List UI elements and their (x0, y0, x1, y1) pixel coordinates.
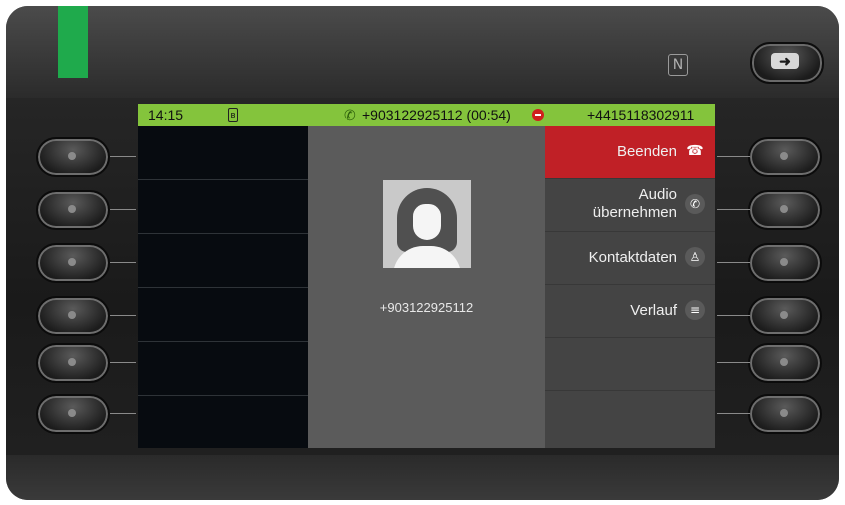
call-panel: +903122925112 (308, 126, 545, 448)
bezel-bottom (6, 455, 839, 500)
right-key-4[interactable] (748, 296, 822, 336)
contact-details-item[interactable]: Kontaktdaten ♙ (545, 232, 715, 285)
exit-icon: ➜ (771, 53, 799, 69)
right-key-3[interactable] (748, 243, 822, 283)
left-key-list (138, 126, 308, 448)
history-label: Verlauf (630, 302, 677, 319)
message-led (58, 6, 88, 78)
display-screen: 14:15 ʙ ✆ +903122925112 (00:54) +4415118… (138, 104, 715, 448)
bluetooth-icon: ʙ (228, 108, 238, 122)
caller-number: +903122925112 (379, 300, 474, 315)
bluetooth-phone-icon: ✆ (685, 194, 705, 214)
left-key-3[interactable] (36, 243, 110, 283)
status-bar: 14:15 ʙ ✆ +903122925112 (00:54) +4415118… (138, 104, 715, 126)
left-slot-6[interactable] (138, 396, 308, 448)
nfc-icon: N (668, 54, 688, 76)
active-call-label: +903122925112 (00:54) (362, 107, 511, 123)
clock: 14:15 (148, 107, 184, 123)
left-slot-1[interactable] (138, 126, 308, 180)
right-key-1[interactable] (748, 137, 822, 177)
left-slot-2[interactable] (138, 180, 308, 234)
left-key-4[interactable] (36, 296, 110, 336)
right-key-5[interactable] (748, 343, 822, 383)
empty-item-6[interactable] (545, 391, 715, 443)
end-call-label: Beenden (616, 143, 677, 160)
contact-details-label: Kontaktdaten (588, 249, 677, 266)
own-number: +4415118302911 (587, 107, 695, 123)
left-slot-3[interactable] (138, 234, 308, 288)
left-key-5[interactable] (36, 343, 110, 383)
avatar (383, 180, 471, 268)
empty-item-5[interactable] (545, 338, 715, 391)
take-audio-label-1: Audio (638, 186, 677, 203)
end-call-item[interactable]: Beenden ☎ (545, 126, 715, 179)
do-not-disturb-icon (532, 109, 544, 121)
take-audio-item[interactable]: Audio übernehmen ✆ (545, 179, 715, 232)
left-slot-5[interactable] (138, 342, 308, 396)
bezel-top (6, 6, 839, 98)
context-menu: Beenden ☎ Audio übernehmen ✆ Kontaktdate… (545, 126, 715, 448)
list-icon: ≡ (685, 300, 705, 320)
left-key-2[interactable] (36, 190, 110, 230)
hangup-icon: ☎ (686, 143, 704, 159)
left-key-1[interactable] (36, 137, 110, 177)
contact-icon: ♙ (685, 247, 705, 267)
history-item[interactable]: Verlauf ≡ (545, 285, 715, 338)
left-key-6[interactable] (36, 394, 110, 434)
exit-button[interactable]: ➜ (750, 42, 824, 84)
active-call-icon: ✆ (344, 107, 356, 123)
take-audio-label-2: übernehmen (592, 204, 677, 221)
right-key-6[interactable] (748, 394, 822, 434)
right-key-2[interactable] (748, 190, 822, 230)
left-slot-4[interactable] (138, 288, 308, 342)
